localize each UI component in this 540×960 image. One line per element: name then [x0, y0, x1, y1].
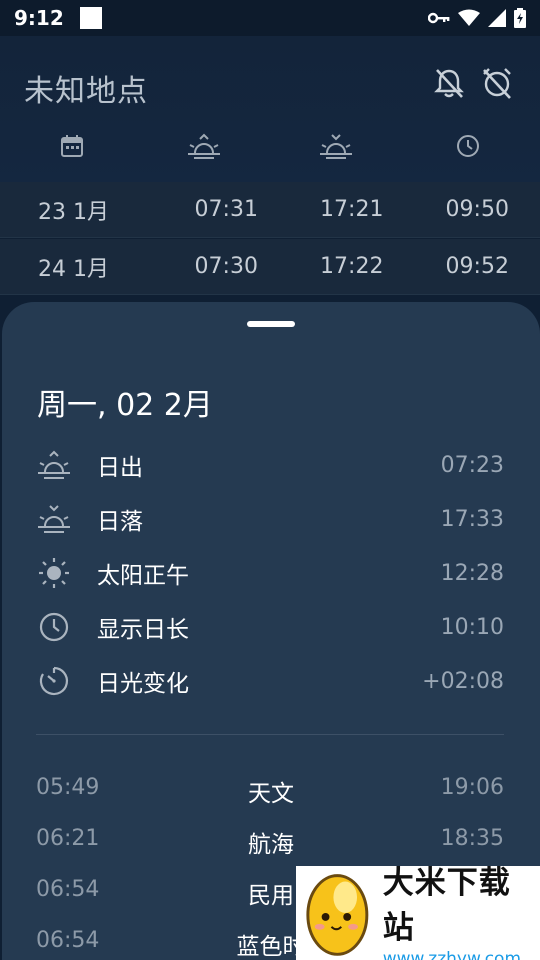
- drag-handle[interactable]: [247, 321, 295, 327]
- info-row-day-length: 显示日长 10:10: [2, 607, 540, 647]
- bell-off-icon[interactable]: [432, 66, 466, 100]
- status-icons: [428, 8, 526, 28]
- row-day-length: 09:50: [445, 197, 509, 222]
- sunset-icon: [38, 505, 70, 533]
- twilight-row-nautical: 06:21 航海 18:35: [2, 820, 540, 860]
- column-day-length[interactable]: [448, 132, 488, 160]
- row-sunset: 17:21: [320, 197, 384, 222]
- info-row-sunrise: 日出 07:23: [2, 445, 540, 485]
- clock-icon: [457, 135, 479, 157]
- twilight-end: 19:06: [440, 775, 504, 800]
- notification-icon: [79, 7, 102, 29]
- info-label: 太阳正午: [97, 563, 189, 589]
- info-label: 日出: [97, 455, 143, 481]
- info-value: 07:23: [440, 452, 504, 478]
- signal-icon: [488, 9, 506, 27]
- sunrise-icon: [188, 133, 220, 159]
- sunrise-icon: [38, 450, 70, 479]
- info-value: +02:08: [422, 668, 504, 694]
- row-date: 24 1月: [38, 256, 109, 282]
- info-value: 12:28: [440, 560, 504, 586]
- info-row-sunset: 日落 17:33: [2, 499, 540, 539]
- status-bar: 9:12: [0, 0, 540, 36]
- watermark-url: www.zzhyw.com: [382, 949, 522, 960]
- row-sunrise: 07:30: [194, 254, 258, 279]
- info-label: 显示日长: [97, 617, 189, 643]
- info-label: 日光变化: [97, 671, 189, 697]
- column-sunrise[interactable]: [184, 132, 224, 160]
- app-bar: 未知地点: [0, 36, 540, 186]
- timer-icon: [39, 666, 69, 696]
- battery-icon: [514, 8, 526, 28]
- info-label: 日落: [97, 509, 143, 535]
- table-row[interactable]: 24 1月 07:30 17:22 09:52: [0, 239, 540, 295]
- info-value: 17:33: [440, 506, 504, 532]
- watermark-text: 大米下载站 www.zzhyw.com: [383, 857, 540, 960]
- row-date: 23 1月: [38, 199, 109, 225]
- row-sunrise: 07:31: [194, 197, 258, 222]
- table-row[interactable]: 23 1月 07:31 17:21 09:50: [0, 182, 540, 238]
- calendar-icon: [61, 135, 83, 157]
- clock-icon: [39, 612, 69, 642]
- status-time: 9:12: [14, 6, 64, 30]
- location-title[interactable]: 未知地点: [24, 66, 148, 110]
- sun-icon: [39, 558, 69, 588]
- sheet-date-title: 周一, 02 2月: [37, 388, 213, 423]
- twilight-end: 18:35: [440, 826, 504, 851]
- row-sunset: 17:22: [320, 254, 384, 279]
- vpn-key-icon: [428, 12, 450, 24]
- wifi-icon: [458, 9, 480, 26]
- column-sunset[interactable]: [316, 132, 356, 160]
- sunset-icon: [320, 134, 352, 159]
- twilight-row-astronomical: 05:49 天文 19:06: [2, 769, 540, 809]
- info-value: 10:10: [440, 614, 504, 640]
- rice-mascot-icon: [306, 874, 369, 956]
- row-day-length: 09:52: [445, 254, 509, 279]
- alarm-off-icon[interactable]: [480, 66, 514, 100]
- column-date[interactable]: [52, 132, 92, 160]
- divider: [36, 734, 504, 735]
- watermark: 大米下载站 www.zzhyw.com: [296, 865, 540, 960]
- info-row-daylight-change: 日光变化 +02:08: [2, 661, 540, 701]
- watermark-title: 大米下载站: [382, 865, 511, 946]
- info-row-solar-noon: 太阳正午 12:28: [2, 553, 540, 593]
